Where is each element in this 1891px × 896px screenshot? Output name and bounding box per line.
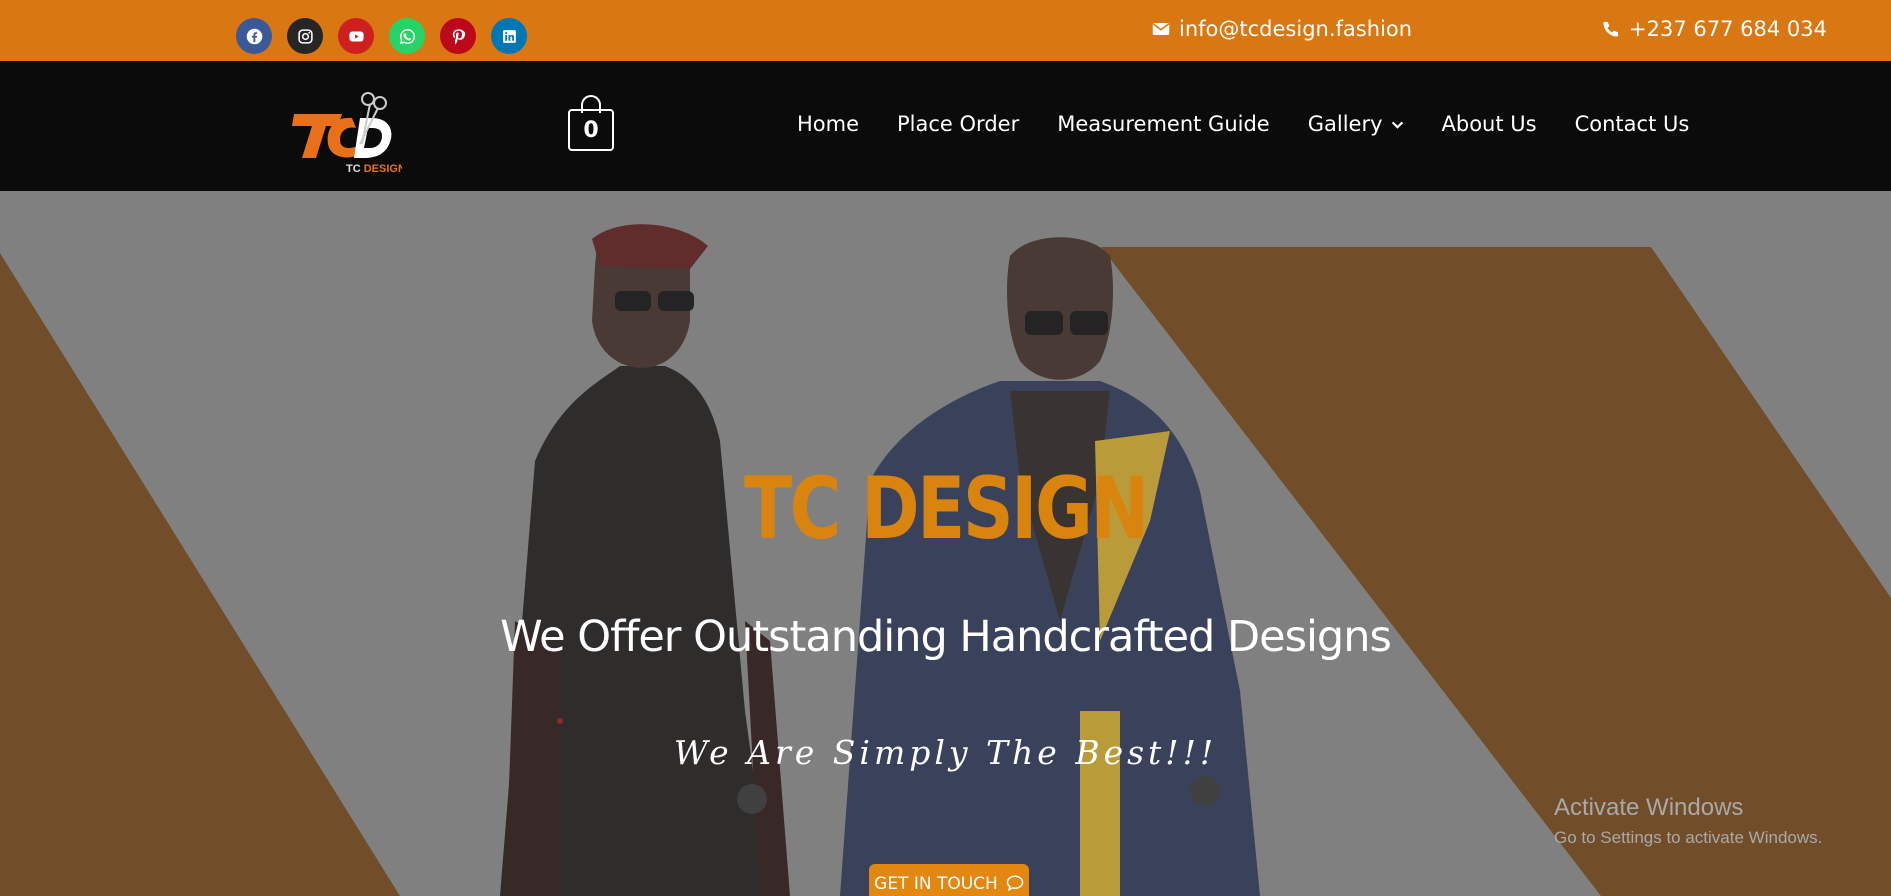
hero-subtitle: We Offer Outstanding Handcrafted Designs [500,612,1392,662]
facebook-icon [246,28,262,44]
chevron-down-icon[interactable] [1391,118,1404,131]
menu-label-measurement-guide[interactable]: Measurement Guide [1057,112,1270,136]
hero-section: TC DESIGN We Offer Outstanding Handcraft… [0,191,1891,896]
logo-text: TC DESIGN [346,163,402,174]
activate-windows-watermark: Activate Windows Go to Settings to activ… [1554,794,1822,848]
hero-title: TC DESIGN [744,459,1149,559]
linkedin-link[interactable] [491,18,527,54]
cta-label[interactable]: GET IN TOUCH [874,874,998,894]
youtube-icon [348,31,364,41]
menu-item-measurement-guide[interactable]: Measurement Guide [1057,112,1270,136]
menu-item-place-order[interactable]: Place Order [897,112,1019,136]
menu-item-about-us[interactable]: About Us [1442,112,1537,136]
phone-icon [1603,21,1619,37]
youtube-link[interactable] [338,18,374,54]
hero-tagline: We Are Simply The Best!!! [673,733,1218,772]
instagram-icon [297,28,313,44]
menu-label-home[interactable]: Home [797,112,859,136]
watermark-title: Activate Windows [1554,794,1744,821]
menu-item-home[interactable]: Home [797,112,859,136]
menu-label-contact-us[interactable]: Contact Us [1575,112,1690,136]
menu-item-gallery[interactable]: Gallery [1308,112,1404,136]
whatsapp-icon [399,28,415,44]
main-menu: Home Place Order Measurement Guide Galle… [797,112,1689,136]
watermark-subtitle: Go to Settings to activate Windows. [1554,828,1823,847]
get-in-touch-button[interactable]: GET IN TOUCH [869,864,1029,896]
top-bar: info@tcdesign.fashion +237 677 684 034 [0,0,1891,61]
phone-text[interactable]: +237 677 684 034 [1629,17,1827,41]
instagram-link[interactable] [287,18,323,54]
email-text[interactable]: info@tcdesign.fashion [1179,17,1412,41]
facebook-link[interactable] [236,18,272,54]
cart-count: 0 [568,109,614,151]
menu-item-contact-us[interactable]: Contact Us [1575,112,1690,136]
social-links [236,18,527,54]
phone-contact[interactable]: +237 677 684 034 [1602,17,1827,41]
tc-design-logo[interactable]: TC DESIGN [290,88,406,175]
pinterest-link[interactable] [440,18,476,54]
main-navbar: TC DESIGN 0 Home Place Order Measurement… [0,61,1891,191]
chat-bubble-icon [1006,875,1024,892]
email-contact[interactable]: info@tcdesign.fashion [1152,17,1412,41]
linkedin-icon [502,29,516,43]
pinterest-icon [452,28,465,44]
menu-label-place-order[interactable]: Place Order [897,112,1019,136]
cart-button[interactable]: 0 [568,95,614,151]
envelope-icon [1152,23,1170,35]
menu-label-gallery[interactable]: Gallery [1308,112,1383,136]
menu-label-about-us[interactable]: About Us [1442,112,1537,136]
whatsapp-link[interactable] [389,18,425,54]
